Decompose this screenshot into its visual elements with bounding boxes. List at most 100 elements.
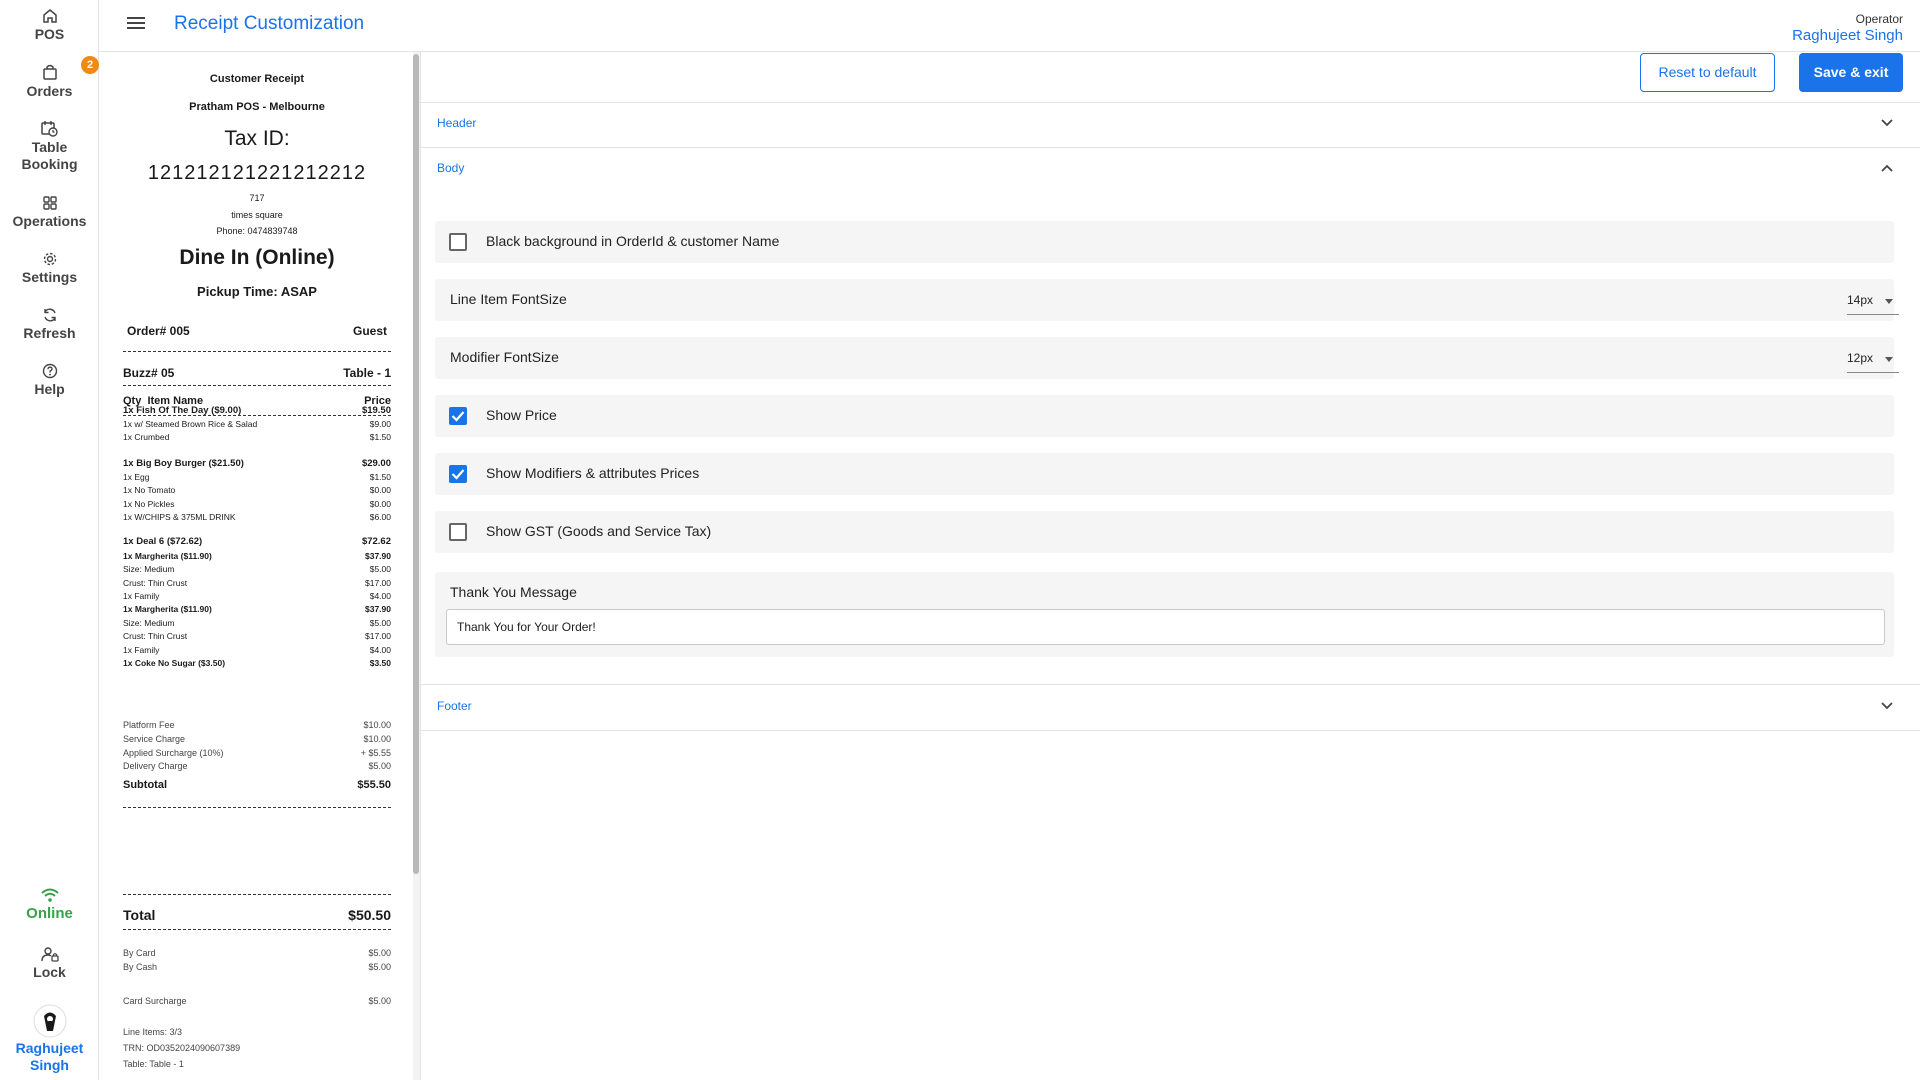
receipt-line-item-price: $5.00 <box>369 618 391 628</box>
receipt-subtotal: $55.50 <box>357 779 391 791</box>
receipt-charge: Platform Fee $10.00 <box>123 720 391 730</box>
nav-label-settings: Settings <box>21 269 78 285</box>
receipt-line-item-price: $72.62 <box>361 536 391 547</box>
show-gst-checkbox[interactable] <box>449 523 467 541</box>
receipt-subtotal-row: Subtotal $55.50 <box>123 779 391 791</box>
receipt-line-item-price: $4.00 <box>369 645 391 655</box>
receipt-total: $50.50 <box>348 907 391 923</box>
user-name: Raghujeet Singh <box>15 1040 84 1073</box>
save-and-exit-button[interactable]: Save & exit <box>1799 53 1903 92</box>
receipt-line-items-count: Line Items: 3/3 <box>123 1027 183 1037</box>
nav-item-help[interactable]: Help <box>0 363 99 398</box>
receipt-buzz-row: Buzz# 05 Table - 1 <box>123 366 391 380</box>
receipt-charge-price: $5.00 <box>368 761 391 771</box>
receipt-line-item-name: 1x No Pickles <box>123 499 175 509</box>
wifi-icon <box>40 888 59 902</box>
black-background-checkbox[interactable] <box>449 233 467 251</box>
show-price-checkbox[interactable] <box>449 407 467 425</box>
nav-item-settings[interactable]: Settings <box>0 251 99 286</box>
nav-item-operations[interactable]: Operations <box>0 195 99 230</box>
thank-you-message-input[interactable] <box>446 609 1885 645</box>
receipt-charge-name: Service Charge <box>123 734 186 744</box>
receipt-divider <box>123 351 391 352</box>
help-icon <box>42 363 57 379</box>
dropdown-arrow-icon <box>1885 357 1893 362</box>
receipt-payment: By Cash $5.00 <box>123 962 391 972</box>
online-label: Online <box>26 905 73 922</box>
accordion-header-title[interactable]: Header <box>437 116 476 130</box>
receipt-line-item-price: $29.00 <box>361 458 391 469</box>
receipt-charge-name: Platform Fee <box>123 720 175 730</box>
receipt-charge-price: $10.00 <box>363 734 391 744</box>
receipt-line-item-name: Crust: Thin Crust <box>123 578 188 588</box>
receipt-line-item: Crust: Thin Crust $17.00 <box>123 578 391 588</box>
nav-label-orders: Orders <box>26 83 73 99</box>
reset-to-default-button[interactable]: Reset to default <box>1640 53 1775 92</box>
operator-name[interactable]: Raghujeet Singh <box>1792 27 1903 44</box>
receipt-payment-name: By Card <box>123 948 156 958</box>
receipt-payment-price: $5.00 <box>368 962 391 972</box>
receipt-charge: Applied Surcharge (10%) + $5.55 <box>123 748 391 758</box>
user-lock-icon <box>40 947 59 962</box>
line-item-fontsize-select[interactable]: 14px <box>1847 289 1899 315</box>
receipt-line-item: 1x Family $4.00 <box>123 645 391 655</box>
show-price-label: Show Price <box>486 407 557 423</box>
grid-icon <box>42 196 57 210</box>
nav-item-lock[interactable]: Lock <box>0 946 99 981</box>
receipt-scrollbar-thumb[interactable] <box>413 54 419 874</box>
receipt-line-item-price: $6.00 <box>369 512 391 522</box>
nav-item-table-booking[interactable]: Table Booking <box>0 120 99 173</box>
receipt-line-item-price: $0.00 <box>369 499 391 509</box>
nav-item-pos[interactable]: POS <box>0 8 99 43</box>
receipt-divider <box>123 894 391 895</box>
receipt-line-item-name: 1x Deal 6 ($72.62) <box>123 536 203 547</box>
checkmark-icon <box>451 469 465 480</box>
receipt-charge: Delivery Charge $5.00 <box>123 761 391 771</box>
receipt-line-item-price: $4.00 <box>369 591 391 601</box>
nav-label-lock: Lock <box>33 964 66 980</box>
user-profile[interactable]: Raghujeet Singh <box>0 1004 99 1074</box>
receipt-title: Customer Receipt <box>209 73 305 85</box>
section-divider <box>421 147 1920 148</box>
receipt-card-surcharge: $5.00 <box>368 996 391 1006</box>
receipt-charge-name: Applied Surcharge (10%) <box>123 748 224 758</box>
modifier-fontsize-select[interactable]: 12px <box>1847 347 1899 373</box>
option-show-gst: Show GST (Goods and Service Tax) <box>435 511 1894 553</box>
modifier-fontsize-value: 12px <box>1847 351 1874 365</box>
nav-item-refresh[interactable]: Refresh <box>0 307 99 342</box>
receipt-total-row: Total $50.50 <box>123 907 391 923</box>
chevron-down-icon[interactable] <box>1881 119 1893 127</box>
accordion-footer-title[interactable]: Footer <box>437 699 472 713</box>
receipt-address-line-1: 717 <box>249 193 265 203</box>
receipt-line-item-price: $1.50 <box>369 472 391 482</box>
receipt-card-surcharge-label: Card Surcharge <box>123 996 187 1006</box>
receipt-line-item-name: 1x w/ Steamed Brown Rice & Salad <box>123 419 258 429</box>
receipt-line-item-name: 1x Margherita ($11.90) <box>123 604 212 614</box>
operator-role: Operator <box>1855 12 1903 26</box>
receipt-trn: TRN: OD0352024090607389 <box>123 1043 241 1053</box>
option-show-modifier-prices: Show Modifiers & attributes Prices <box>435 453 1894 495</box>
receipt-charge-name: Delivery Charge <box>123 761 188 771</box>
chevron-down-icon[interactable] <box>1881 702 1893 710</box>
receipt-line-item: 1x Family $4.00 <box>123 591 391 601</box>
receipt-line-item-price: $1.50 <box>369 432 391 442</box>
section-divider <box>421 102 1920 103</box>
avatar <box>33 1004 66 1038</box>
receipt-line-item-name: 1x W/CHIPS & 375ML DRINK <box>123 512 236 522</box>
hamburger-menu-icon[interactable] <box>127 16 145 30</box>
receipt-preview-pane[interactable]: Customer Receipt Pratham POS - Melbourne… <box>99 52 413 1080</box>
receipt-buzz: Buzz# 05 <box>123 366 175 380</box>
receipt-line-item-price: $17.00 <box>365 631 391 641</box>
receipt-order-row: Order# 005 Guest <box>123 324 391 338</box>
show-modifier-prices-checkbox[interactable] <box>449 465 467 483</box>
receipt-line-item-name: 1x Crumbed <box>123 432 170 442</box>
option-black-background: Black background in OrderId & customer N… <box>435 221 1894 263</box>
nav-label-refresh: Refresh <box>23 325 76 341</box>
receipt-line-item: 1x Margherita ($11.90) $37.90 <box>123 551 391 561</box>
black-background-label: Black background in OrderId & customer N… <box>486 233 780 249</box>
receipt-card-surcharge-row: Card Surcharge $5.00 <box>123 996 391 1006</box>
receipt-charge: Service Charge $10.00 <box>123 734 391 744</box>
accordion-body-title[interactable]: Body <box>437 161 464 175</box>
chevron-up-icon[interactable] <box>1881 164 1893 172</box>
refresh-icon <box>43 308 56 322</box>
